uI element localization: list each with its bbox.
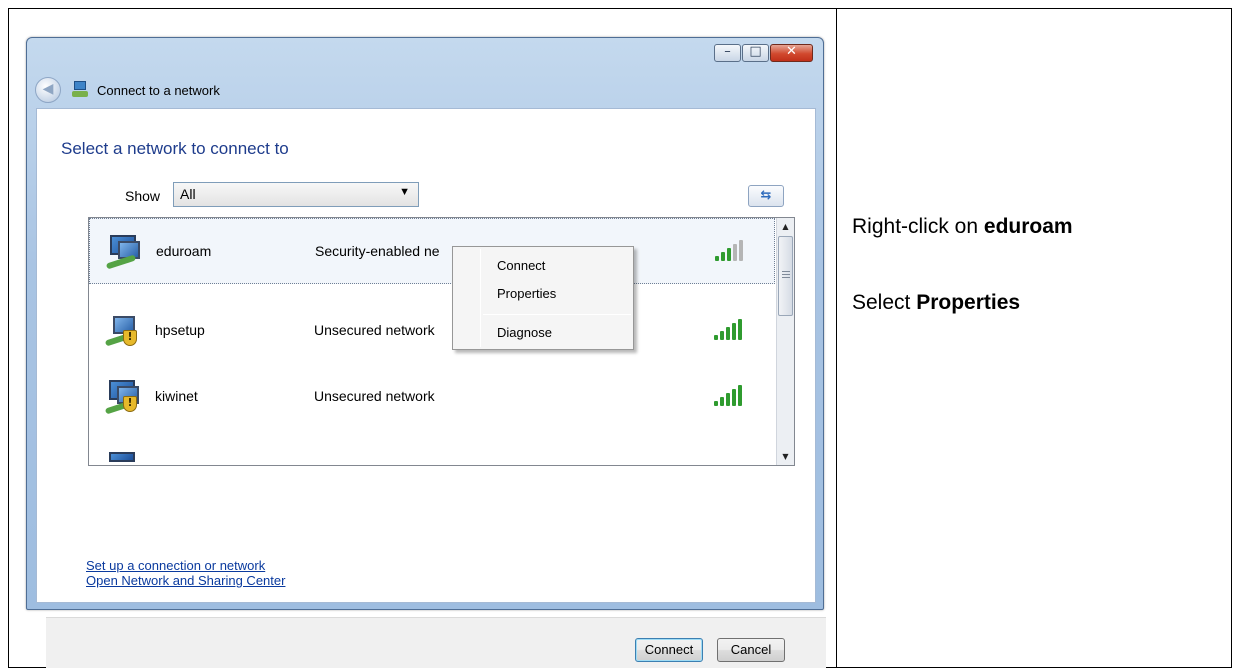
- secured-network-icon: [105, 235, 142, 270]
- list-scrollbar[interactable]: ▲ ▼: [776, 218, 794, 465]
- cancel-button[interactable]: Cancel: [717, 638, 785, 662]
- network-status: Unsecured network: [314, 322, 435, 338]
- network-name: hpsetup: [155, 322, 205, 338]
- caption-buttons: – □ ✕: [713, 44, 813, 62]
- instruction-bold: Properties: [916, 291, 1021, 314]
- instruction-bold: eduroam: [983, 215, 1073, 238]
- network-row-eduroam[interactable]: eduroam Security-enabled ne: [89, 218, 775, 284]
- network-icon: [71, 81, 89, 99]
- navigation-bar: ◀ Connect to a network: [35, 76, 220, 104]
- show-filter-value: All: [180, 186, 196, 202]
- context-menu-separator: [483, 314, 631, 315]
- signal-bar: [727, 248, 731, 261]
- signal-bar: [714, 401, 718, 406]
- refresh-button[interactable]: ⇆: [748, 185, 784, 207]
- unsecured-network-icon: [104, 380, 141, 415]
- window-title: Connect to a network: [97, 82, 220, 98]
- network-sharing-center-link[interactable]: Open Network and Sharing Center: [86, 573, 285, 588]
- back-arrow-icon[interactable]: ◀: [35, 77, 61, 103]
- client-area: Select a network to connect to Show All …: [36, 108, 826, 668]
- network-status: Security-enabled ne: [315, 243, 440, 259]
- signal-bar: [715, 256, 719, 261]
- table-divider: [836, 8, 837, 668]
- instruction-text: Right-click on: [852, 215, 984, 238]
- network-row-kiwinet[interactable]: kiwinet Unsecured network: [89, 364, 775, 430]
- connect-to-network-window: – □ ✕ ◀ Connect to a network Select a ne…: [26, 37, 826, 668]
- scroll-down-icon[interactable]: ▼: [777, 448, 794, 465]
- context-menu-properties[interactable]: Properties: [497, 284, 556, 304]
- show-label: Show: [125, 188, 161, 204]
- network-list: eduroam Security-enabled ne hpsetup Unse…: [88, 217, 795, 466]
- refresh-icon: ⇆: [760, 188, 772, 203]
- dialog-footer: Connect Cancel: [46, 617, 826, 668]
- network-status: Unsecured network: [314, 388, 435, 404]
- close-icon[interactable]: ✕: [770, 44, 813, 62]
- signal-bar: [738, 319, 742, 340]
- show-filter-dropdown[interactable]: All ▼: [173, 182, 419, 207]
- signal-bar: [721, 252, 725, 261]
- network-row-hpsetup[interactable]: hpsetup Unsecured network: [89, 298, 775, 364]
- signal-strength-icon: [714, 448, 748, 465]
- page-heading: Select a network to connect to: [61, 139, 289, 158]
- task-links: Set up a connection or network Open Netw…: [86, 558, 285, 588]
- signal-bar: [732, 389, 736, 406]
- scrollbar-thumb[interactable]: [778, 236, 793, 316]
- signal-strength-icon: [715, 237, 749, 261]
- scroll-up-icon[interactable]: ▲: [777, 218, 794, 235]
- minimize-icon[interactable]: –: [714, 44, 741, 62]
- signal-bar: [726, 393, 730, 406]
- instructions-cell: Right-click on eduroam Select Properties: [852, 210, 1073, 362]
- signal-bar: [720, 397, 724, 406]
- signal-bar: [739, 240, 743, 261]
- signal-bar: [720, 331, 724, 340]
- maximize-icon[interactable]: □: [742, 44, 769, 62]
- unsecured-adhoc-network-icon: [104, 314, 141, 348]
- context-menu: Connect Properties Diagnose: [452, 246, 634, 350]
- network-name: kiwinet: [155, 388, 198, 404]
- signal-bar: [732, 323, 736, 340]
- chevron-down-icon: ▼: [399, 186, 410, 198]
- network-icon: [105, 452, 141, 465]
- signal-strength-icon: [714, 316, 748, 340]
- network-name: eduroam: [156, 243, 212, 259]
- network-row-partial[interactable]: [89, 444, 775, 465]
- context-menu-connect[interactable]: Connect: [497, 256, 545, 276]
- instruction-step-2: Select Properties: [852, 286, 1073, 320]
- instruction-step-1: Right-click on eduroam: [852, 210, 1073, 244]
- setup-connection-link[interactable]: Set up a connection or network: [86, 558, 285, 573]
- signal-bar: [726, 327, 730, 340]
- signal-bar: [733, 244, 737, 261]
- context-menu-diagnose[interactable]: Diagnose: [497, 323, 552, 343]
- signal-bar: [738, 385, 742, 406]
- signal-bar: [714, 335, 718, 340]
- connect-button[interactable]: Connect: [635, 638, 703, 662]
- instruction-text: Select: [852, 291, 917, 314]
- signal-strength-icon: [714, 382, 748, 406]
